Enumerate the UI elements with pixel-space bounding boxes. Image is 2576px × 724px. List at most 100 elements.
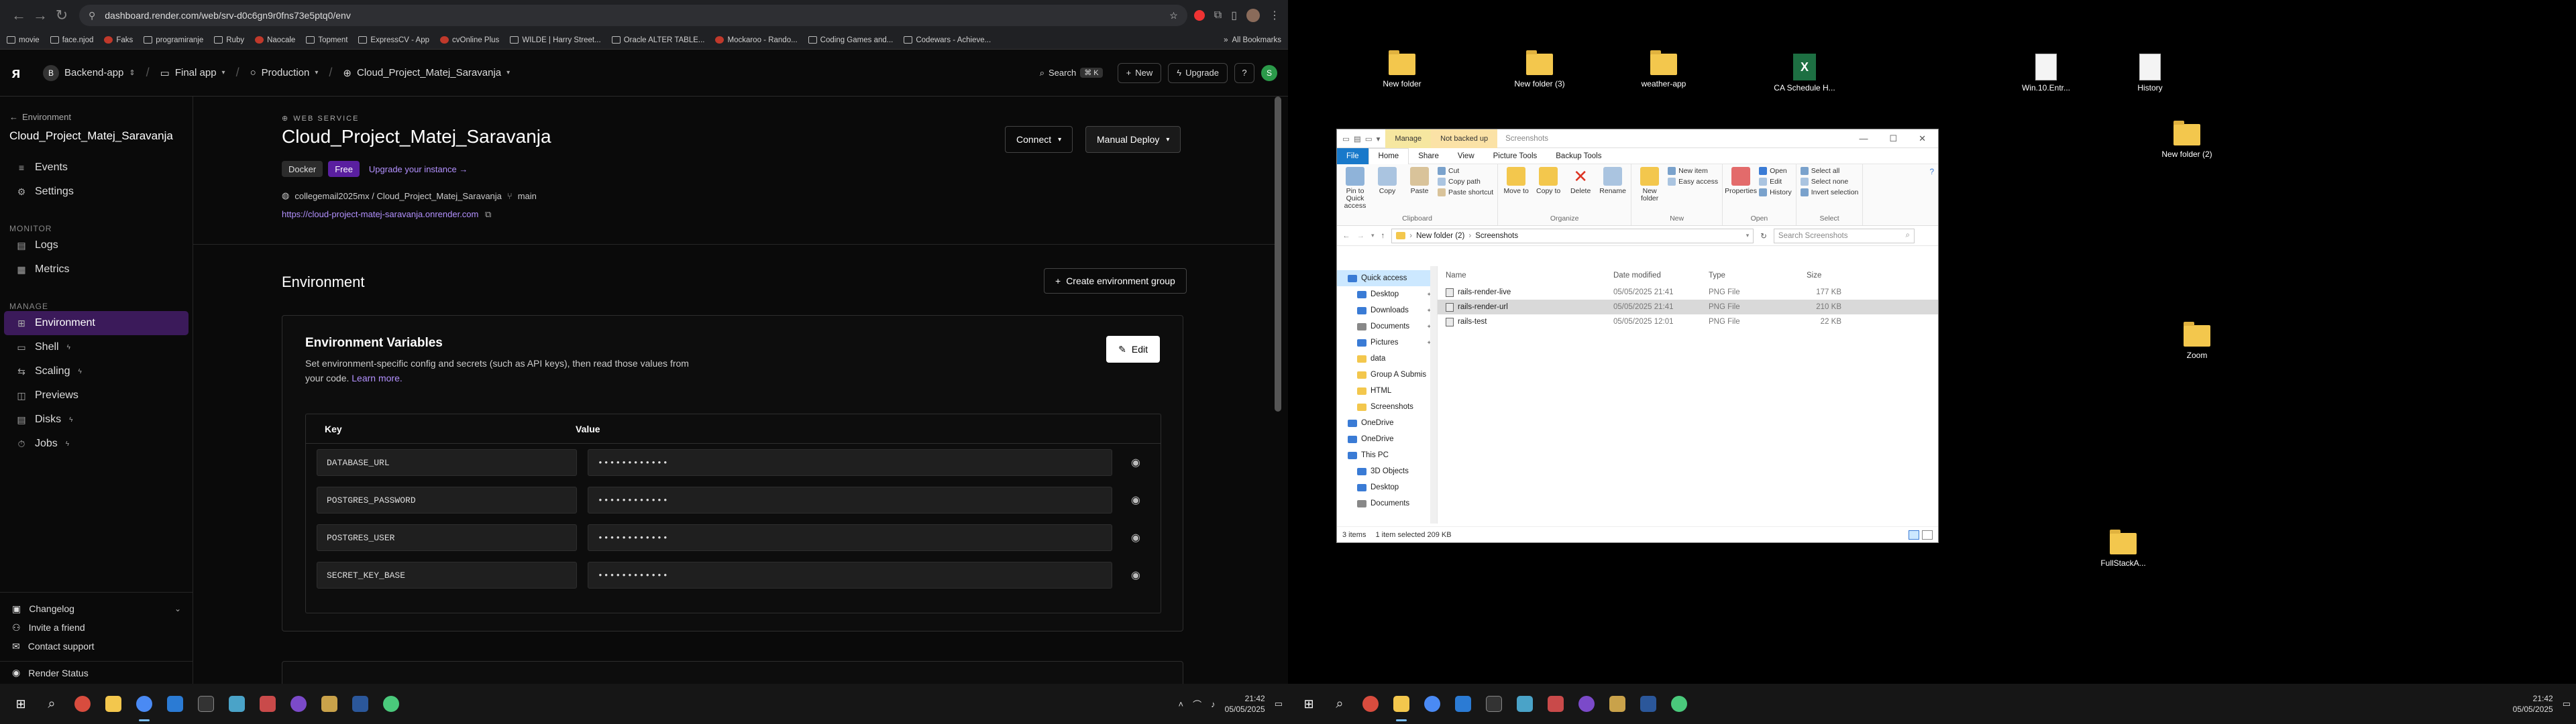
learn-more-link[interactable]: Learn more.: [352, 373, 402, 383]
eye-icon[interactable]: ◉: [1131, 531, 1140, 544]
nav-item[interactable]: Quick access: [1337, 270, 1437, 286]
upgrade-button[interactable]: ϟ Upgrade: [1168, 62, 1228, 83]
changelog-link[interactable]: ▣ Changelog ⌄: [0, 599, 193, 618]
address-bar[interactable]: ⚲ dashboard.render.com/web/srv-d0c6gn9r0…: [79, 5, 1187, 26]
back-arrow-icon[interactable]: ←: [8, 7, 30, 24]
nav-item[interactable]: Documents ✦: [1337, 318, 1437, 335]
app-icon[interactable]: [283, 684, 314, 724]
project-switcher[interactable]: ▭ Final app ▾: [150, 60, 236, 86]
column-type[interactable]: Type: [1709, 272, 1790, 280]
file-explorer-active-app-icon[interactable]: [1386, 684, 1417, 724]
nav-item[interactable]: This PC: [1337, 447, 1437, 463]
word-app-icon[interactable]: [1633, 684, 1664, 724]
windows-start-icon[interactable]: ⊞: [5, 684, 36, 724]
copy-path-button[interactable]: Copy path: [1438, 178, 1493, 186]
service-switcher[interactable]: ⊕ Cloud_Project_Matej_Saravanja ▾: [332, 60, 521, 86]
sidebar-item-settings[interactable]: ⚙ Settings: [4, 180, 189, 204]
bookmark-item[interactable]: movie: [7, 36, 40, 44]
copy-to-button[interactable]: Copy to: [1534, 167, 1562, 195]
column-date[interactable]: Date modified: [1613, 272, 1709, 280]
eye-icon[interactable]: ◉: [1131, 456, 1140, 469]
render-logo-icon[interactable]: ᴙ: [0, 50, 32, 97]
bookmark-item[interactable]: cvOnline Plus: [440, 36, 499, 44]
app-icon[interactable]: [376, 684, 407, 724]
back-arrow-icon[interactable]: ←: [1342, 232, 1350, 240]
tab-file[interactable]: File: [1337, 147, 1368, 164]
new-folder-icon[interactable]: ▭: [1365, 134, 1373, 143]
app-icon[interactable]: [1571, 684, 1602, 724]
nav-item[interactable]: Screenshots: [1337, 399, 1437, 415]
up-arrow-icon[interactable]: ↑: [1381, 232, 1385, 240]
invite-link[interactable]: ⚇ Invite a friend: [0, 618, 193, 637]
desktop-icon-folder[interactable]: New folder (3): [1506, 50, 1573, 88]
desktop-icon-folder[interactable]: New folder (2): [2153, 121, 2220, 159]
bookmark-item[interactable]: face.njod: [50, 36, 93, 44]
all-bookmarks-button[interactable]: » All Bookmarks: [1224, 36, 1281, 44]
backup-context-tab[interactable]: Not backed up: [1431, 129, 1498, 148]
search-button[interactable]: ⌕ Search ⌘ K: [1032, 63, 1111, 83]
page-scrollbar[interactable]: [1275, 97, 1281, 412]
sidebar-item-jobs[interactable]: ⏱ Jobs ϟ: [4, 432, 189, 456]
word-app-icon[interactable]: [345, 684, 376, 724]
bookmark-item[interactable]: programiranje: [144, 36, 203, 44]
nav-item[interactable]: HTML: [1337, 383, 1437, 399]
cut-button[interactable]: Cut: [1438, 167, 1493, 175]
sidebar-item-logs[interactable]: ▤ Logs: [4, 233, 189, 257]
paste-button[interactable]: Paste: [1405, 167, 1434, 195]
tab-home[interactable]: Home: [1368, 147, 1409, 164]
eye-icon[interactable]: ◉: [1131, 493, 1140, 507]
explorer-address-bar[interactable]: › New folder (2) › Screenshots ▾: [1391, 228, 1754, 243]
file-row[interactable]: rails-render-url 05/05/2025 21:41 PNG File…: [1438, 300, 1938, 314]
desktop-icon-doc[interactable]: Win.10.Entr...: [2012, 54, 2080, 93]
nav-item[interactable]: Desktop: [1337, 479, 1437, 495]
desktop-icon-folder[interactable]: New folder: [1368, 50, 1436, 88]
select-all-button[interactable]: Select all: [1800, 167, 1859, 175]
help-icon[interactable]: ?: [1234, 62, 1254, 83]
bookmark-item[interactable]: Ruby: [214, 36, 244, 44]
easy-access-button[interactable]: Easy access: [1668, 178, 1718, 186]
tab-picture-tools[interactable]: Picture Tools: [1484, 148, 1547, 164]
notification-icon[interactable]: ▭: [1275, 699, 1283, 709]
refresh-icon[interactable]: ↻: [1760, 231, 1767, 241]
sidebar-item-environment[interactable]: ⊞ Environment: [4, 311, 189, 335]
service-url-text[interactable]: https://cloud-project-matej-saravanja.on…: [282, 209, 478, 219]
help-icon[interactable]: ?: [1926, 164, 1938, 225]
tab-view[interactable]: View: [1448, 148, 1484, 164]
extensions-puzzle-icon[interactable]: ⧉: [1214, 9, 1222, 21]
nav-item[interactable]: Downloads ✦: [1337, 302, 1437, 318]
new-folder-button[interactable]: New folder: [1635, 167, 1664, 202]
bookmark-item[interactable]: Oracle ALTER TABLE...: [611, 36, 704, 44]
chrome-app-icon[interactable]: [1355, 684, 1386, 724]
nav-scrollbar[interactable]: [1430, 266, 1437, 524]
nav-item[interactable]: OneDrive: [1337, 415, 1437, 431]
tab-share[interactable]: Share: [1409, 148, 1448, 164]
windows-start-icon[interactable]: ⊞: [1293, 684, 1324, 724]
bookmark-item[interactable]: Codewars - Achieve...: [904, 36, 991, 44]
history-button[interactable]: History: [1759, 188, 1792, 196]
large-icons-view-icon[interactable]: [1922, 530, 1933, 540]
invert-selection-button[interactable]: Invert selection: [1800, 188, 1858, 196]
move-to-button[interactable]: Move to: [1502, 167, 1530, 195]
nav-item[interactable]: Desktop ✦: [1337, 286, 1437, 302]
workspace-switcher[interactable]: B Backend-app ⇕: [32, 60, 146, 86]
pin-quick-access-button[interactable]: Pin to Quick access: [1341, 167, 1369, 210]
app-icon[interactable]: [1664, 684, 1695, 724]
environment-switcher[interactable]: ○ Production ▾: [239, 60, 329, 86]
desktop-icon-excel[interactable]: X CA Schedule H...: [1771, 54, 1838, 93]
app-icon[interactable]: [1540, 684, 1571, 724]
path-segment-current[interactable]: Screenshots: [1475, 232, 1518, 240]
explorer-search-input[interactable]: Search Screenshots ⌕: [1773, 228, 1915, 243]
file-explorer-app-icon[interactable]: [98, 684, 129, 724]
upgrade-instance-link[interactable]: Upgrade your instance →: [369, 164, 468, 174]
sidebar-item-events[interactable]: ≡ Events: [4, 156, 189, 180]
eye-icon[interactable]: ◉: [1131, 568, 1140, 582]
new-item-button[interactable]: New item: [1668, 167, 1718, 175]
profile-avatar[interactable]: [1246, 9, 1260, 22]
nav-item[interactable]: Pictures ✦: [1337, 335, 1437, 351]
sidebar-back-link[interactable]: ← Environment: [0, 109, 193, 125]
manage-context-tab[interactable]: Manage: [1385, 129, 1432, 148]
column-name[interactable]: Name: [1438, 272, 1613, 280]
sidebar-item-disks[interactable]: ▤ Disks ϟ: [4, 408, 189, 432]
clock[interactable]: 21:42 05/05/2025: [1225, 693, 1265, 715]
app-icon[interactable]: [1509, 684, 1540, 724]
